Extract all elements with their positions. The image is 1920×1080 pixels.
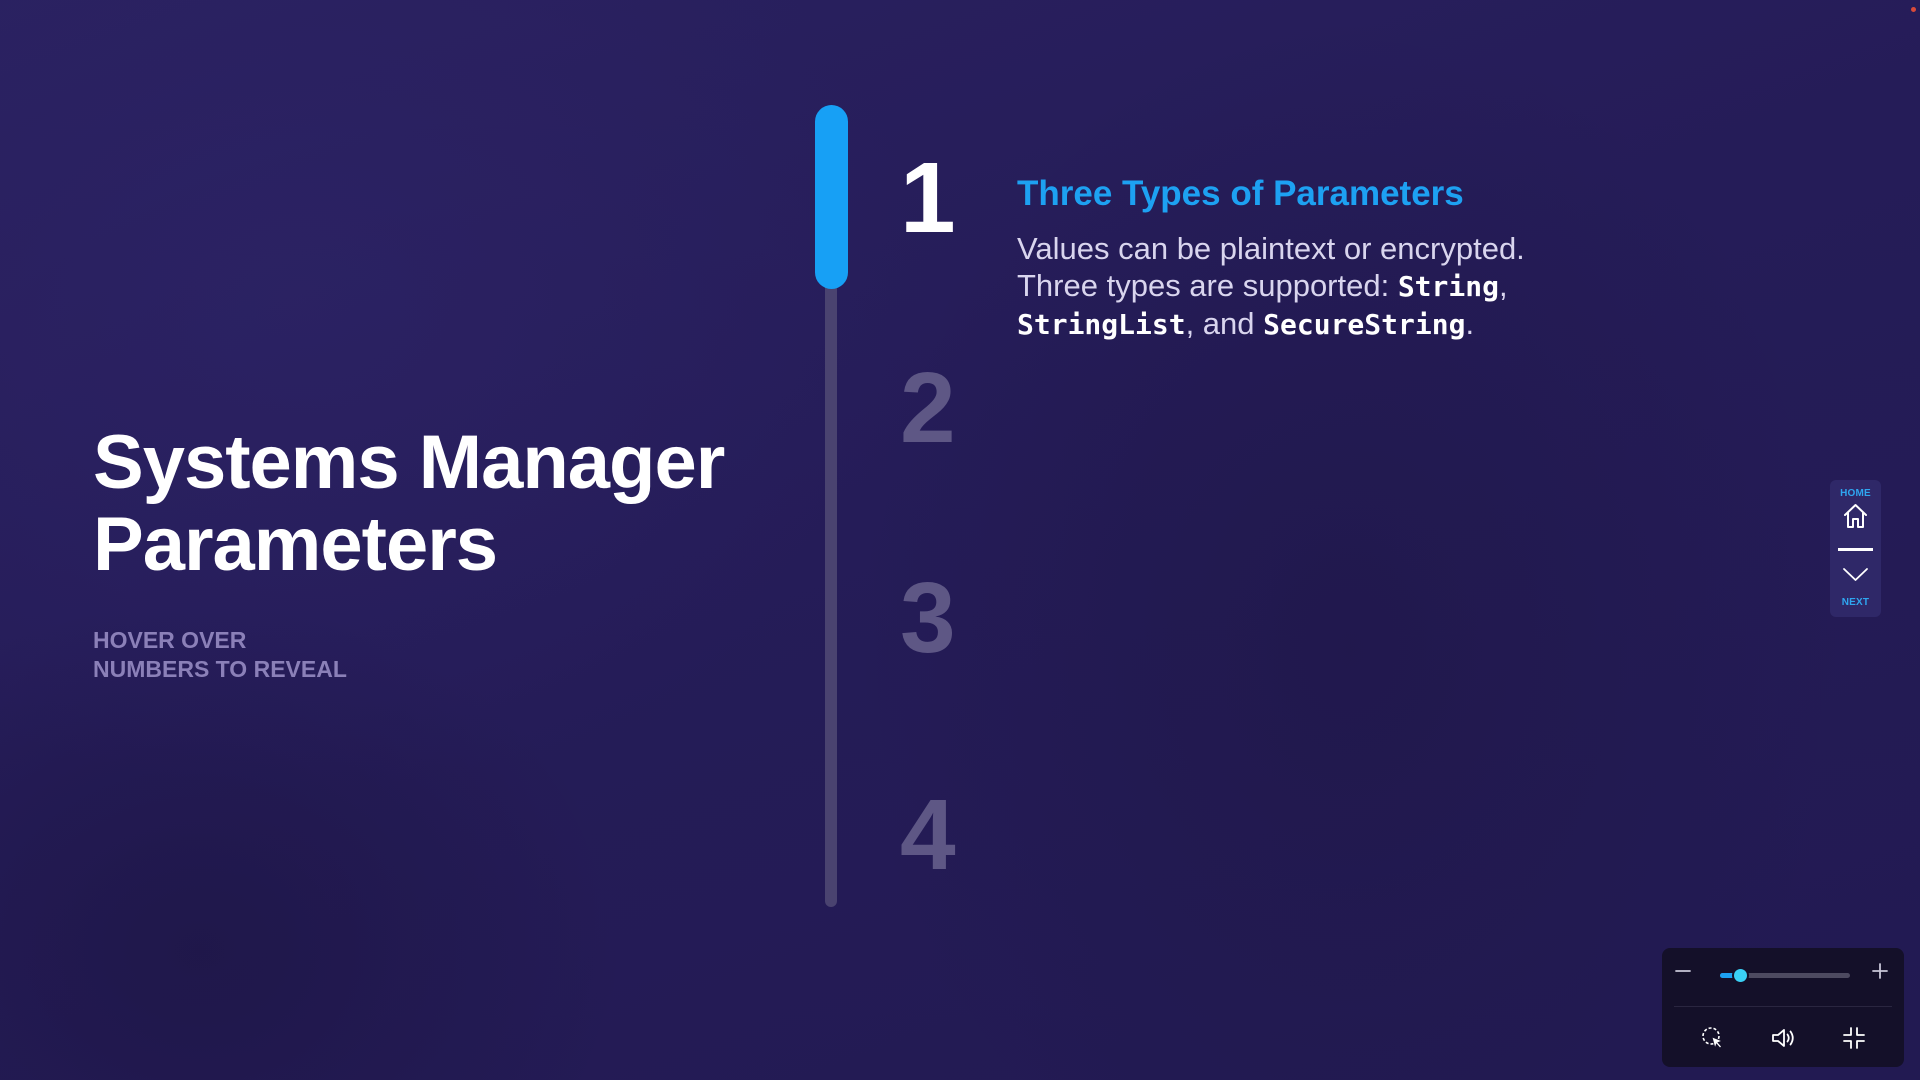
slide-title-line-1: Systems Manager: [93, 420, 725, 505]
cursor-highlight-icon: [1702, 1027, 1724, 1050]
nav-divider: [1838, 548, 1873, 551]
instruction-hint: HOVER OVER NUMBERS TO REVEAL: [93, 626, 773, 684]
slide-title-line-2: Parameters: [93, 502, 498, 587]
exit-fullscreen-button[interactable]: [1840, 1024, 1868, 1052]
slide-title: Systems Manager Parameters: [93, 422, 773, 586]
step-number-1[interactable]: 1: [900, 148, 956, 248]
reveal-title: Three Types of Parameters: [1017, 174, 1464, 213]
plus-icon: [1872, 963, 1888, 979]
controls-divider: [1674, 1006, 1892, 1007]
zoom-slider-thumb[interactable]: [1734, 969, 1747, 982]
zoom-out-button[interactable]: [1670, 958, 1696, 984]
reveal-text-1: Values can be plaintext or encrypted.: [1017, 231, 1525, 266]
step-progress-indicator: [815, 105, 848, 289]
zoom-slider[interactable]: [1720, 969, 1850, 982]
instruction-hint-line-1: HOVER OVER: [93, 627, 247, 653]
side-navigation: HOME NEXT: [1830, 480, 1881, 617]
reveal-description: Values can be plaintext or encrypted. Th…: [1017, 230, 1577, 343]
slide-hero: Systems Manager Parameters HOVER OVER NU…: [93, 422, 773, 684]
home-button[interactable]: [1842, 502, 1869, 530]
exit-fullscreen-icon: [1843, 1027, 1865, 1049]
player-controls: [1662, 948, 1904, 1067]
minus-icon: [1675, 970, 1691, 972]
step-number-2[interactable]: 2: [900, 358, 956, 458]
type-string: String: [1397, 270, 1499, 303]
type-stringlist: StringList: [1017, 308, 1186, 341]
next-label: NEXT: [1841, 597, 1870, 608]
volume-button[interactable]: [1769, 1024, 1797, 1052]
home-label: HOME: [1840, 488, 1871, 499]
reveal-separator-2: , and: [1185, 306, 1264, 341]
recording-indicator: [1911, 7, 1916, 12]
reveal-text-2: Three types are supported:: [1017, 268, 1398, 303]
instruction-hint-line-2: NUMBERS TO REVEAL: [93, 656, 347, 682]
reveal-separator-1: ,: [1498, 268, 1508, 303]
step-number-3[interactable]: 3: [900, 568, 956, 668]
home-icon: [1844, 504, 1867, 528]
step-number-4[interactable]: 4: [900, 785, 956, 885]
reveal-end: .: [1465, 306, 1475, 341]
step-1-reveal-panel: Three Types of Parameters Values can be …: [1017, 172, 1577, 343]
next-button[interactable]: [1842, 562, 1869, 586]
zoom-in-button[interactable]: [1867, 958, 1893, 984]
volume-icon: [1772, 1029, 1794, 1047]
cursor-highlight-button[interactable]: [1699, 1024, 1727, 1052]
chevron-down-icon: [1843, 568, 1868, 581]
type-securestring: SecureString: [1263, 308, 1466, 341]
